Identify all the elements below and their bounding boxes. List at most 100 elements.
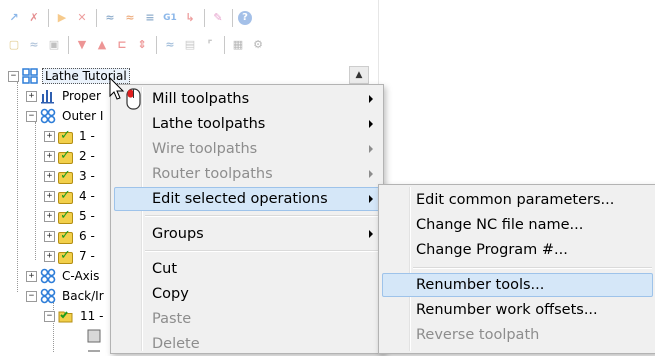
expand-toggle[interactable]: + <box>44 170 55 182</box>
select-all-icon[interactable]: ↗ <box>6 10 22 26</box>
menu-item-label: Mill toolpaths <box>152 91 250 107</box>
toolbar-divider <box>156 36 157 54</box>
menu-item-mill-toolpaths[interactable]: Mill toolpaths <box>114 87 380 111</box>
tree-item-label[interactable]: Outer I <box>60 109 105 123</box>
tree-operation[interactable]: + 3 - <box>44 166 97 186</box>
help-icon[interactable]: ? <box>238 11 252 25</box>
tree-operation[interactable]: + 2 - <box>44 146 97 166</box>
menu-item-edit-common-parameters[interactable]: Edit common parameters... <box>382 188 653 212</box>
menu-item-copy[interactable]: Copy <box>114 282 380 306</box>
wave-icon[interactable]: ≈ <box>26 37 42 53</box>
collapse-toggle[interactable]: − <box>8 70 19 82</box>
tree-operation[interactable]: + 6 - <box>44 226 97 246</box>
tree-item-label[interactable]: Back/Ir <box>60 289 106 303</box>
scroll-icon[interactable]: ⇕ <box>134 37 150 53</box>
tree-root[interactable]: − Lathe Tutorial <box>8 66 130 86</box>
toolbar-divider <box>48 9 49 27</box>
expand-toggle[interactable]: + <box>26 270 37 282</box>
toggle-off-icon[interactable]: ✕ <box>74 10 90 26</box>
tree-item-label[interactable]: C-Axis <box>60 269 101 283</box>
show-fixture-icon[interactable]: ⌜ <box>202 37 218 53</box>
menu-item-paste[interactable]: Paste <box>114 307 380 331</box>
menu-item-renumber-work-offsets[interactable]: Renumber work offsets... <box>382 298 653 322</box>
tree-parameters-node[interactable] <box>86 326 106 346</box>
menu-item-groups[interactable]: Groups <box>114 222 380 246</box>
submenu-arrow-icon <box>369 170 373 178</box>
show-tp-icon[interactable]: ≈ <box>162 37 178 53</box>
lock-icon[interactable]: ▢ <box>6 37 22 53</box>
expand-toggle[interactable]: + <box>26 90 37 102</box>
menu-item-change-nc-file-name[interactable]: Change NC file name... <box>382 213 653 237</box>
collapse-toggle[interactable]: − <box>44 310 55 322</box>
menu-item-renumber-tools[interactable]: Renumber tools... <box>382 273 653 297</box>
toolbar-divider <box>224 36 225 54</box>
highspeed-icon[interactable]: ✎ <box>210 10 226 26</box>
menu-item-router-toolpaths[interactable]: Router toolpaths <box>114 162 380 186</box>
tree-operation[interactable]: + 5 - <box>44 206 97 226</box>
tree-operation[interactable]: + 7 - <box>44 246 97 266</box>
tree-item-label[interactable]: 6 - <box>77 229 97 243</box>
expand-toggle[interactable]: + <box>44 150 55 162</box>
tree-root-label[interactable]: Lathe Tutorial <box>42 68 130 84</box>
menu-item-label: Reverse toolpath <box>416 327 540 343</box>
tree-operation[interactable]: + 4 - <box>44 186 97 206</box>
collapse-toggle[interactable]: − <box>26 110 37 122</box>
tree-item-properties[interactable]: + Proper <box>26 86 103 106</box>
menu-item-delete[interactable]: Delete <box>114 332 380 356</box>
operation-folder-icon <box>58 228 73 244</box>
tree-item-label[interactable]: 5 - <box>77 209 97 223</box>
tree-item-label[interactable]: Proper <box>60 89 103 103</box>
tree-operation[interactable]: − 11 - <box>44 306 105 326</box>
menu-item-label: Wire toolpaths <box>152 141 258 157</box>
deselect-icon[interactable]: ✗ <box>26 10 42 26</box>
submenu-arrow-icon <box>369 95 373 103</box>
collapse-toggle[interactable]: − <box>26 290 37 302</box>
tree-item-machine-group[interactable]: − Outer I <box>26 106 105 126</box>
tree-item-machine-group[interactable]: + C-Axis <box>26 266 101 286</box>
menu-item-cut[interactable]: Cut <box>114 257 380 281</box>
submenu-arrow-icon <box>369 120 373 128</box>
operation-folder-icon <box>58 208 73 224</box>
tree-item-label[interactable]: 4 - <box>77 189 97 203</box>
move-down-icon[interactable]: ▼ <box>74 37 90 53</box>
menu-item-lathe-toolpaths[interactable]: Lathe toolpaths <box>114 112 380 136</box>
post-icon[interactable]: ↳ <box>182 10 198 26</box>
backplot-icon[interactable]: ≡ <box>142 10 158 26</box>
tree-item-label[interactable]: 3 - <box>77 169 97 183</box>
menu-item-reverse-toolpath[interactable]: Reverse toolpath <box>382 323 653 347</box>
menu-item-edit-selected-operations[interactable]: Edit selected operations <box>114 187 380 211</box>
menu-item-label: Change NC file name... <box>416 217 584 233</box>
toggle-on-icon[interactable]: ▶ <box>54 10 70 26</box>
regen-dirty-icon[interactable]: ≈ <box>122 10 138 26</box>
tree-item-label[interactable]: 7 - <box>77 249 97 263</box>
display-options-icon[interactable]: ▦ <box>230 37 246 53</box>
tree-item-label[interactable]: 1 - <box>77 129 97 143</box>
menu-item-label: Copy <box>152 286 189 302</box>
tree-item-label[interactable]: 11 - <box>78 309 105 323</box>
toolbar-divider <box>204 9 205 27</box>
expand-toggle[interactable]: + <box>44 130 55 142</box>
show-stock-icon[interactable]: ▤ <box>182 37 198 53</box>
insert-arrow-icon[interactable]: ⊏ <box>114 37 130 53</box>
machine-group-icon <box>40 288 56 304</box>
g1-icon[interactable]: G1 <box>162 10 178 26</box>
tree-item-label[interactable]: 2 - <box>77 149 97 163</box>
expand-toggle[interactable]: + <box>44 190 55 202</box>
expand-toggle[interactable]: + <box>44 250 55 262</box>
scroll-up-button[interactable]: ▲ <box>349 66 369 84</box>
operation-folder-icon <box>58 128 73 144</box>
tree-toolpath-node[interactable] <box>86 344 106 352</box>
menu-separator <box>413 267 652 269</box>
tree-item-machine-group[interactable]: − Back/Ir <box>26 286 106 306</box>
tree-operation[interactable]: + 1 - <box>44 126 97 146</box>
machine-group-icon <box>40 268 56 284</box>
expand-toggle[interactable]: + <box>44 210 55 222</box>
move-up-icon[interactable]: ▲ <box>94 37 110 53</box>
menu-separator <box>145 250 379 252</box>
expand-toggle[interactable]: + <box>44 230 55 242</box>
settings-icon[interactable]: ⚙ <box>250 37 266 53</box>
lock-tp-icon[interactable]: ▣ <box>46 37 62 53</box>
menu-item-wire-toolpaths[interactable]: Wire toolpaths <box>114 137 380 161</box>
regen-icon[interactable]: ≈ <box>102 10 118 26</box>
menu-item-change-program-number[interactable]: Change Program #... <box>382 238 653 262</box>
